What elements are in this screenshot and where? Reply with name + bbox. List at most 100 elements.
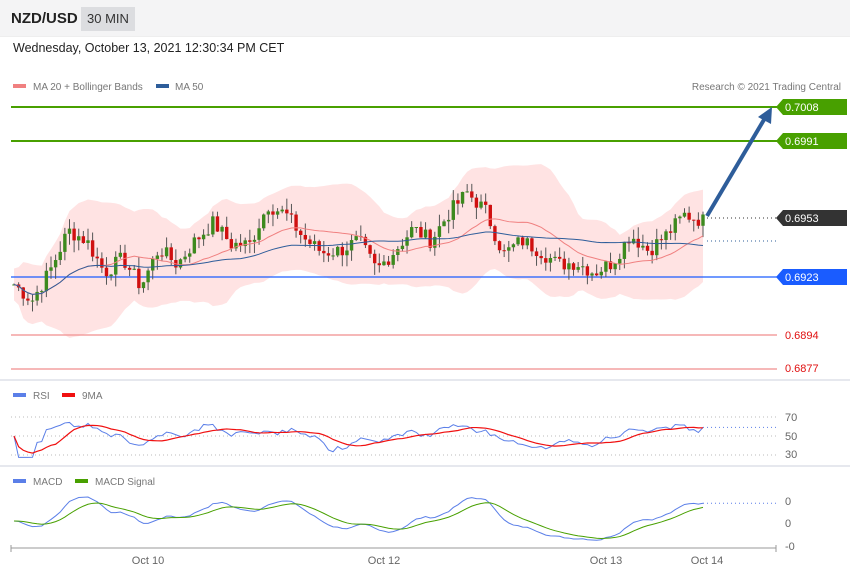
candle-body xyxy=(668,231,673,233)
candle-body xyxy=(160,255,164,257)
svg-text:0.6953: 0.6953 xyxy=(785,213,819,225)
candle-body xyxy=(188,253,192,257)
candle-body xyxy=(497,241,502,251)
macd-tick-top: 0 xyxy=(785,496,791,508)
target-arrow xyxy=(705,116,767,218)
candle-body xyxy=(63,233,67,252)
candle-body xyxy=(502,250,506,252)
price-tag-pivot: 0.6923 xyxy=(776,269,847,285)
candle-body xyxy=(539,256,543,259)
rsi-tick-70: 70 xyxy=(785,412,797,424)
candle-body xyxy=(289,213,294,215)
ma50-legend-swatch xyxy=(156,84,169,88)
candle-body xyxy=(594,273,599,276)
macd-legend-swatch xyxy=(13,479,26,483)
x-label-oct12: Oct 12 xyxy=(368,555,400,567)
candle-body xyxy=(530,238,534,252)
rsi-legend-swatch xyxy=(13,393,26,397)
candle-body xyxy=(137,268,141,289)
candle-body xyxy=(183,256,187,260)
candle-body xyxy=(206,234,210,236)
price-tag-last: 0.6953 xyxy=(776,210,847,226)
price-chart: MA 20 + Bollinger Bands MA 50 Research ©… xyxy=(0,82,850,567)
candle-body xyxy=(349,240,354,251)
rsi-tick-50: 50 xyxy=(785,431,797,443)
candle-body xyxy=(655,239,659,256)
candle-body xyxy=(345,250,349,256)
candle-body xyxy=(354,236,358,241)
candle-body xyxy=(479,201,483,208)
candle-body xyxy=(95,256,99,259)
macd-line xyxy=(13,496,704,541)
candle-body xyxy=(534,251,539,257)
candle-body xyxy=(456,200,460,204)
candle-body xyxy=(211,216,215,235)
candle-body xyxy=(326,253,331,256)
candle-body xyxy=(442,221,446,227)
candle-body xyxy=(483,201,488,205)
candle-body xyxy=(164,247,169,257)
x-label-oct13: Oct 13 xyxy=(590,555,622,567)
candle-body xyxy=(335,246,340,256)
candle-body xyxy=(604,261,608,272)
candle-body xyxy=(192,237,197,254)
candle-body xyxy=(618,258,622,264)
candle-body xyxy=(590,273,594,276)
candle-body xyxy=(414,227,419,229)
candle-body xyxy=(446,219,451,222)
candle-body xyxy=(275,211,280,215)
candle-body xyxy=(525,238,529,246)
candle-body xyxy=(100,258,104,268)
candle-body xyxy=(678,216,682,219)
candle-body xyxy=(229,239,234,249)
candle-body xyxy=(423,229,428,238)
candle-body xyxy=(271,211,275,215)
candle-body xyxy=(516,237,520,245)
svg-text:0.7008: 0.7008 xyxy=(785,102,819,114)
candle-body xyxy=(67,228,72,234)
svg-text:0.6923: 0.6923 xyxy=(785,272,819,284)
candle-body xyxy=(90,240,95,257)
candle-body xyxy=(645,245,650,251)
bollinger-band xyxy=(14,164,703,338)
candle-body xyxy=(197,237,201,240)
macd-signal-line xyxy=(13,502,704,539)
candle-body xyxy=(72,228,76,241)
candle-body xyxy=(322,250,326,254)
candle-body xyxy=(118,252,123,257)
candle-body xyxy=(571,263,576,270)
candle-body xyxy=(641,245,645,248)
candle-body xyxy=(104,267,109,277)
ma50-legend: MA 50 xyxy=(175,82,204,93)
ma20-legend-swatch xyxy=(13,84,26,88)
candle-body xyxy=(169,247,173,261)
candle-body xyxy=(372,253,377,264)
rsi-legend: RSI xyxy=(33,391,50,402)
candle-body xyxy=(215,216,220,232)
candle-body xyxy=(567,263,571,270)
candle-body xyxy=(340,246,345,256)
candle-body xyxy=(622,241,627,259)
macd-signal-legend: MACD Signal xyxy=(95,477,155,488)
candle-body xyxy=(585,266,590,276)
candle-body xyxy=(465,191,469,193)
candle-body xyxy=(553,256,557,259)
candle-body xyxy=(298,230,303,235)
candle-body xyxy=(488,204,492,227)
candle-body xyxy=(44,270,49,292)
candle-body xyxy=(544,258,548,263)
candle-body xyxy=(396,249,400,256)
candle-body xyxy=(49,267,53,271)
candle-body xyxy=(386,261,391,265)
candle-body xyxy=(146,270,150,283)
macd-tick-bottom: -0 xyxy=(785,541,795,553)
candle-body xyxy=(155,255,160,259)
copyright: Research © 2021 Trading Central xyxy=(692,82,841,93)
candle-body xyxy=(308,239,312,244)
rsi-ma-legend-swatch xyxy=(62,393,75,397)
candle-body xyxy=(225,226,229,240)
macd-tick-mid: 0 xyxy=(785,518,791,530)
candle-body xyxy=(178,259,183,268)
price-label-s2: 0.6877 xyxy=(785,363,819,375)
candle-body xyxy=(419,227,423,238)
